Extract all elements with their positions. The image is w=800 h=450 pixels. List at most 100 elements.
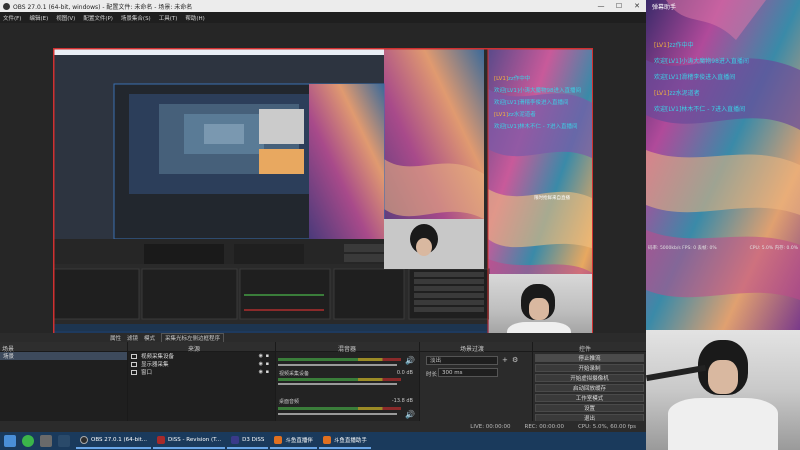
lock-icon[interactable]: ▪ [266,353,269,359]
stream-panel: 弹幕助手 [LV1]zz作中中 欢迎[LV1]小涛大魔物98进入直播间 欢迎[L… [646,0,800,450]
volume-slider[interactable] [278,413,397,415]
maximize-button[interactable]: ☐ [610,0,628,12]
taskbar-app[interactable]: OBS 27.0.1 (64-bit... [76,433,152,449]
preview-area[interactable]: [LV1]zz作中中 欢迎[LV1]小涛大魔物98进入直播间 欢迎[LV1]滑稽… [0,23,646,353]
chat-list: [LV1]zz作中中 欢迎[LV1]小涛大魔物98进入直播间 欢迎[LV1]滑稽… [654,40,749,120]
channel-name: 视频采集设备 [279,371,310,377]
eye-icon[interactable]: ◉ [259,369,263,375]
menu-file[interactable]: 文件(F) [3,14,21,22]
status-bar: LIVE: 00:00:00 REC: 00:00:00 CPU: 5.0%, … [0,421,646,432]
source-item[interactable]: 显示器采集 ◉ ▪ [128,360,275,368]
chat-text: 欢迎[LV1]滑稽李俊进入直播间 [494,100,569,106]
wechat-icon[interactable] [22,435,34,447]
channel-name: 桌面音频 [279,399,300,405]
dock-area: 属性 滤镜 模式 采集光标左侧边框程序 场景 场景 + − ⌃ ⌄ 来源 [0,332,646,432]
transitions-body: 淡出 + ⚙ 时长 300 ms [420,352,532,432]
audio-meter [278,378,401,381]
windows-taskbar: OBS 27.0.1 (64-bit... DiSS - Revision (T… [0,432,646,450]
taskbar-app[interactable]: DiSS - Revision (T... [153,433,226,449]
title-bar: OBS 27.0.1 (64-bit, windows) - 配置文件: 未命名… [0,0,646,12]
controls-dock-header: 控件 [533,342,646,353]
speaker-icon[interactable]: 🔊 [405,410,415,419]
controls-dock: 控件 停止推流 开始录制 开始虚拟摄像机 启动回放缓存 工作室模式 设置 退出 [533,342,646,432]
scenes-dock-header: 场景 [0,342,127,353]
start-virtual-camera-button[interactable]: 开始虚拟摄像机 [535,374,644,382]
level-badge: [LV1] [654,90,670,97]
level-badge: [LV1] [494,112,509,118]
scenes-list[interactable]: 场景 [0,352,127,422]
person-face [529,298,549,320]
filters-button[interactable]: 滤镜 [127,334,138,342]
channel-db: -13.8 dB [391,398,413,404]
start-recording-button[interactable]: 开始录制 [535,364,644,372]
chat-line: [LV1]zz水泥道者 [654,88,749,97]
speaker-icon[interactable]: 🔊 [405,356,415,365]
person-shirt [668,398,778,450]
lock-icon[interactable]: ▪ [266,361,269,367]
sources-dock-header: 来源 [128,342,275,353]
source-label: 窗口 [141,370,153,376]
duration-input[interactable]: 300 ms [438,368,498,377]
chat-text: zz作中中 [508,76,531,82]
properties-button[interactable]: 属性 [110,334,121,342]
volume-slider[interactable] [278,364,397,366]
menu-tools[interactable]: 工具(T) [159,14,178,22]
audio-meter [278,407,401,410]
scene-label: 场景 [3,354,15,360]
sources-list[interactable]: 视频采集设备 ◉ ▪ 显示器采集 ◉ ▪ 窗口 ◉ ▪ [128,352,275,422]
chat-text: zz水泥道者 [669,90,700,97]
scene-item[interactable]: 场景 [0,352,127,360]
camera-icon [131,353,137,359]
menu-edit[interactable]: 编辑(E) [29,14,48,22]
stop-streaming-button[interactable]: 停止推流 [535,354,644,362]
menu-help[interactable]: 帮助(H) [185,14,204,22]
preview-canvas[interactable]: [LV1]zz作中中 欢迎[LV1]小涛大魔物98进入直播间 欢迎[LV1]滑稽… [53,48,593,353]
start-icon[interactable] [4,435,16,447]
volume-slider[interactable] [278,383,397,385]
taskbar-app-label: 斗鱼直播伴 [285,438,313,444]
lock-icon[interactable]: ▪ [266,369,269,375]
taskbar-app-label: 斗鱼直播助手 [333,438,367,444]
studio-mode-button[interactable]: 工作室模式 [535,394,644,402]
mixer-dock: 混音器 视频采集设备 0.0 dB 桌面音频 -13.8 dB 🔊 🔊 [276,342,420,432]
audio-meter [278,358,401,361]
window-icon [131,369,137,375]
duration-label: 时长 [426,372,438,378]
source-item[interactable]: 窗口 ◉ ▪ [128,368,275,376]
taskbar-app-label: OBS 27.0.1 (64-bit... [91,437,148,443]
panel-header: 弹幕助手 [646,0,800,12]
monitor-icon [131,361,137,367]
scenes-dock: 场景 场景 + − ⌃ ⌄ [0,342,128,432]
douyu-icon [274,436,283,444]
taskbar-app[interactable]: 斗鱼直播助手 [318,433,371,449]
mode-select[interactable]: 采集光标左侧边框程序 [161,332,225,343]
menu-scene-collection[interactable]: 场景集合(S) [121,14,151,22]
channel-db: 0.0 dB [396,370,413,376]
obs-icon [80,436,88,444]
cpu-stat: CPU: 5.0% 内存: 0.0% [749,246,798,251]
settings-button[interactable]: 设置 [535,404,644,412]
taskbar-app[interactable]: 斗鱼直播伴 [270,433,317,449]
source-label: 视频采集设备 [141,354,175,360]
level-badge: [LV1] [654,42,670,49]
transition-select[interactable]: 淡出 [426,356,498,365]
taskbar-app[interactable]: D3 DiSS [227,433,269,449]
menu-view[interactable]: 视图(V) [56,14,75,22]
chat-text: 欢迎[LV1]林木不仁 - 7进入直播间 [494,124,578,130]
bitrate-stat: 码率: 5000kb/s FPS: 0 丢帧: 0% [648,246,717,251]
menu-profile[interactable]: 配置文件(P) [83,14,113,22]
controls-body: 停止推流 开始录制 开始虚拟摄像机 启动回放缓存 工作室模式 设置 退出 [533,352,646,432]
task-view-icon[interactable] [40,435,52,447]
sources-dock: 来源 视频采集设备◉▪ 显示器采集◉▪ 窗口◉▪ + − ⚙ ⌃ ⌄ [128,342,276,432]
douyu-icon [322,436,331,444]
steam-icon[interactable] [58,435,70,447]
minimize-button[interactable]: — [592,0,610,12]
eye-icon[interactable]: ◉ [259,361,263,367]
eye-icon[interactable]: ◉ [259,353,263,359]
gear-icon[interactable]: ⚙ [512,356,518,364]
source-label: 显示器采集 [141,362,169,368]
start-replay-buffer-button[interactable]: 启动回放缓存 [535,384,644,392]
source-item[interactable]: 视频采集设备 ◉ ▪ [128,352,275,360]
close-button[interactable]: ✕ [628,0,646,12]
add-transition-button[interactable]: + [502,356,508,364]
